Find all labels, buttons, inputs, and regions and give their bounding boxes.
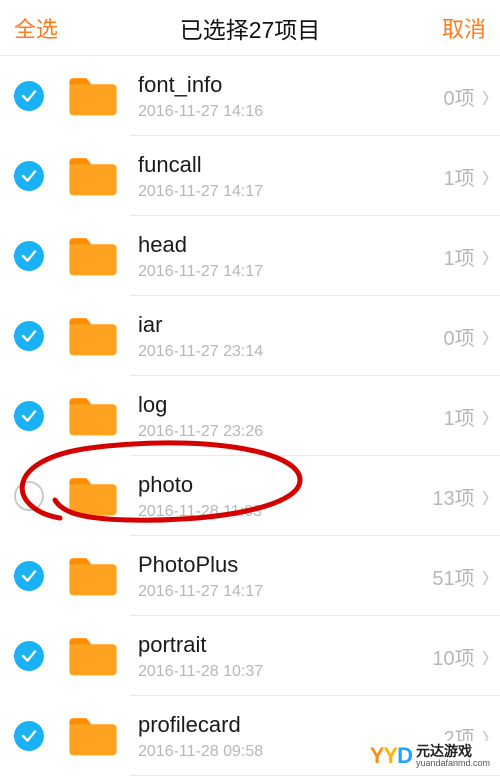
item-info: log 2016-11-27 23:26 xyxy=(138,391,444,441)
list-item[interactable]: funcall 2016-11-27 14:17 1项 › xyxy=(0,136,500,216)
item-count: 10项 xyxy=(432,642,474,671)
item-count: 1项 xyxy=(444,162,475,191)
list-item[interactable]: head 2016-11-27 14:17 1项 › xyxy=(0,216,500,296)
checkmark-icon xyxy=(20,327,38,345)
page-title: 已选择27项目 xyxy=(180,11,321,45)
chevron-right-icon: › xyxy=(482,158,489,194)
chevron-right-icon: › xyxy=(482,398,489,434)
header-bar: 全选 已选择27项目 取消 xyxy=(0,0,500,56)
chevron-right-icon: › xyxy=(482,478,489,514)
watermark: YYD 元达游戏 yuandafanmd.com xyxy=(366,741,494,771)
item-meta: 1项 › xyxy=(444,402,500,431)
item-date: 2016-11-27 23:26 xyxy=(138,423,444,441)
checkbox[interactable] xyxy=(14,721,44,751)
watermark-brand: 元达游戏 xyxy=(416,744,490,759)
checkbox[interactable] xyxy=(14,561,44,591)
checkmark-icon xyxy=(20,567,38,585)
watermark-logo-icon: YYD xyxy=(370,743,412,769)
item-meta: 13项 › xyxy=(432,482,500,511)
checkbox[interactable] xyxy=(14,241,44,271)
item-info: funcall 2016-11-27 14:17 xyxy=(138,151,444,201)
folder-icon xyxy=(66,234,120,278)
checkbox[interactable] xyxy=(14,641,44,671)
item-count: 13项 xyxy=(432,482,474,511)
item-name: profilecard xyxy=(138,711,444,739)
folder-icon xyxy=(66,474,120,518)
list-item[interactable]: photo 2016-11-28 11:03 13项 › xyxy=(0,456,500,536)
item-date: 2016-11-27 23:14 xyxy=(138,343,444,361)
checkmark-icon xyxy=(20,647,38,665)
checkbox[interactable] xyxy=(14,481,44,511)
watermark-url: yuandafanmd.com xyxy=(416,759,490,768)
item-meta: 1项 › xyxy=(444,242,500,271)
item-info: font_info 2016-11-27 14:16 xyxy=(138,71,444,121)
item-date: 2016-11-27 14:16 xyxy=(138,103,444,121)
item-name: iar xyxy=(138,311,444,339)
checkbox[interactable] xyxy=(14,81,44,111)
folder-icon xyxy=(66,394,120,438)
folder-icon xyxy=(66,314,120,358)
chevron-right-icon: › xyxy=(482,318,489,354)
list-item[interactable]: PhotoPlus 2016-11-27 14:17 51项 › xyxy=(0,536,500,616)
item-name: log xyxy=(138,391,444,419)
folder-icon xyxy=(66,154,120,198)
item-name: head xyxy=(138,231,444,259)
folder-icon xyxy=(66,74,120,118)
folder-icon xyxy=(66,714,120,758)
item-date: 2016-11-27 14:17 xyxy=(138,263,444,281)
item-date: 2016-11-28 10:37 xyxy=(138,663,432,681)
item-name: photo xyxy=(138,471,432,499)
item-info: PhotoPlus 2016-11-27 14:17 xyxy=(138,551,432,601)
item-count: 1项 xyxy=(444,242,475,271)
list-item[interactable]: portrait 2016-11-28 10:37 10项 › xyxy=(0,616,500,696)
checkmark-icon xyxy=(20,407,38,425)
item-date: 2016-11-27 14:17 xyxy=(138,183,444,201)
item-meta: 0项 › xyxy=(444,82,500,111)
file-list: font_info 2016-11-27 14:16 0项 › funcall … xyxy=(0,56,500,776)
chevron-right-icon: › xyxy=(482,78,489,114)
folder-icon xyxy=(66,554,120,598)
folder-icon xyxy=(66,634,120,678)
item-date: 2016-11-27 14:17 xyxy=(138,583,432,601)
checkmark-icon xyxy=(20,167,38,185)
item-count: 51项 xyxy=(432,562,474,591)
cancel-button[interactable]: 取消 xyxy=(442,12,486,44)
list-item[interactable]: font_info 2016-11-27 14:16 0项 › xyxy=(0,56,500,136)
item-meta: 0项 › xyxy=(444,322,500,351)
item-meta: 51项 › xyxy=(432,562,500,591)
item-count: 0项 xyxy=(444,322,475,351)
select-all-button[interactable]: 全选 xyxy=(14,12,58,44)
checkbox[interactable] xyxy=(14,401,44,431)
checkmark-icon xyxy=(20,247,38,265)
chevron-right-icon: › xyxy=(482,638,489,674)
item-info: photo 2016-11-28 11:03 xyxy=(138,471,432,521)
checkmark-icon xyxy=(20,727,38,745)
item-info: iar 2016-11-27 23:14 xyxy=(138,311,444,361)
list-item[interactable]: log 2016-11-27 23:26 1项 › xyxy=(0,376,500,456)
checkbox[interactable] xyxy=(14,161,44,191)
item-name: funcall xyxy=(138,151,444,179)
list-item[interactable]: iar 2016-11-27 23:14 0项 › xyxy=(0,296,500,376)
checkbox[interactable] xyxy=(14,321,44,351)
item-count: 1项 xyxy=(444,402,475,431)
checkmark-icon xyxy=(20,87,38,105)
item-meta: 1项 › xyxy=(444,162,500,191)
item-name: portrait xyxy=(138,631,432,659)
chevron-right-icon: › xyxy=(482,238,489,274)
item-name: PhotoPlus xyxy=(138,551,432,579)
chevron-right-icon: › xyxy=(482,558,489,594)
item-info: head 2016-11-27 14:17 xyxy=(138,231,444,281)
item-meta: 10项 › xyxy=(432,642,500,671)
item-info: portrait 2016-11-28 10:37 xyxy=(138,631,432,681)
item-name: font_info xyxy=(138,71,444,99)
item-date: 2016-11-28 11:03 xyxy=(138,503,432,521)
item-count: 0项 xyxy=(444,82,475,111)
